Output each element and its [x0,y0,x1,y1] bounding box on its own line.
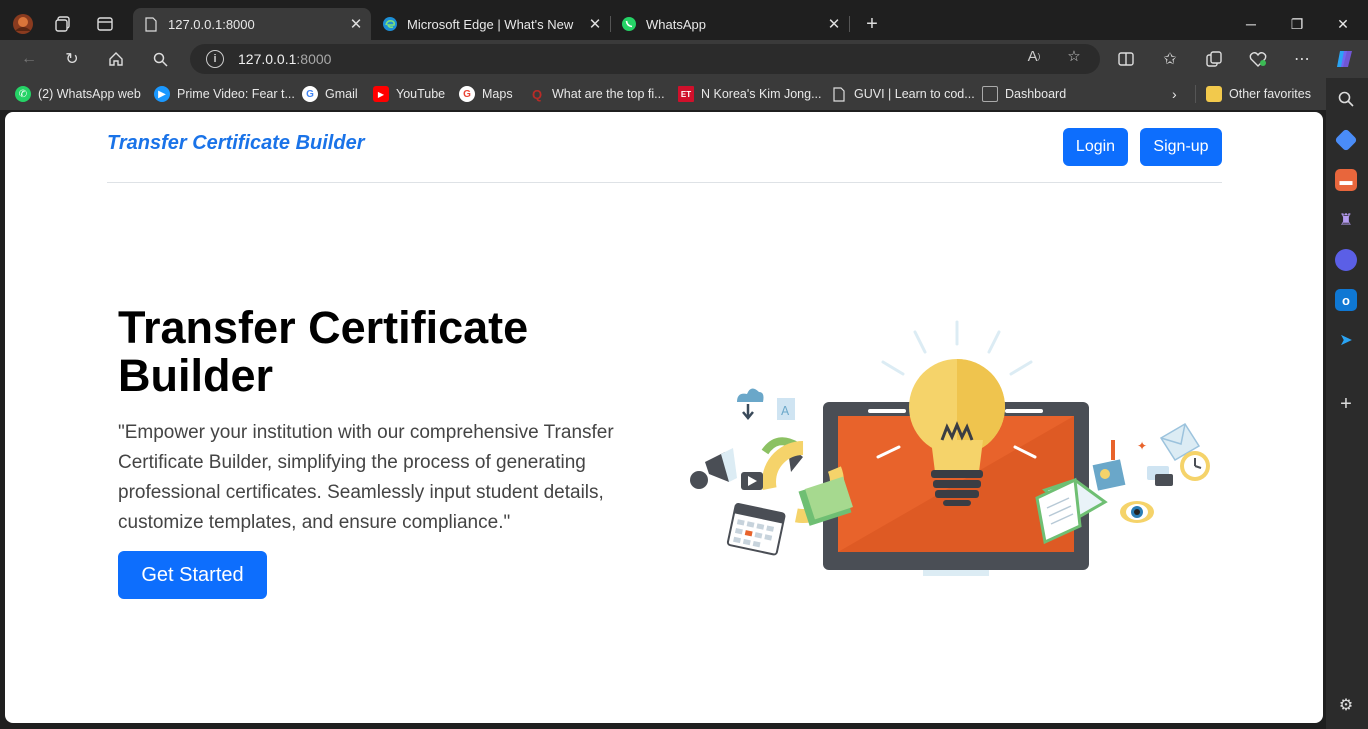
bookmark-label: YouTube [396,87,446,101]
close-tab-icon[interactable]: ✕ [347,15,365,33]
add-icon[interactable]: + [1335,393,1357,415]
hero-title: Transfer Certificate Builder [118,302,529,401]
profile-avatar-icon[interactable] [11,12,35,36]
quora-icon: Q [531,86,543,102]
site-info-icon[interactable]: i [206,50,224,68]
bookmark-separator [1195,85,1196,103]
bookmark-maps[interactable]: G Maps [459,84,513,104]
bookmark-label: (2) WhatsApp web [38,87,141,101]
tab-localhost[interactable]: 127.0.0.1:8000 ✕ [133,8,371,40]
bookmark-youtube[interactable]: ▶ YouTube [373,84,445,104]
header-divider [107,182,1222,183]
navbar-brand[interactable]: Transfer Certificate Builder [107,132,365,155]
back-icon[interactable]: ← [14,44,44,74]
page-icon [982,86,998,102]
tab-bar: 127.0.0.1:8000 ✕ Microsoft Edge | What's… [0,8,1368,40]
tab-label: Microsoft Edge | What's New [407,16,574,32]
bookmark-dashboard[interactable]: Dashboard [982,84,1066,104]
minimize-icon[interactable]: ─ [1228,12,1274,36]
bookmark-label: GUVI | Learn to cod... [854,87,975,101]
vertical-tabs-icon[interactable] [93,12,117,36]
google-icon: G [302,86,318,102]
bookmark-label: Maps [482,87,513,101]
svg-text:✦: ✦ [1137,439,1147,453]
whatsapp-icon: ✆ [15,86,31,102]
bookmark-label: N Korea's Kim Jong... [701,87,822,101]
bookmark-gmail[interactable]: G Gmail [302,84,358,104]
whatsapp-icon [621,16,637,32]
more-options-icon[interactable]: ⋯ [1287,44,1317,74]
tab-edge-whats-new[interactable]: Microsoft Edge | What's New ✕ [372,8,610,40]
bookmark-label: Prime Video: Fear t... [177,87,295,101]
prime-video-icon: ▶ [154,86,170,102]
bookmark-et[interactable]: ET N Korea's Kim Jong... [678,84,822,104]
copilot-sidebar-icon[interactable] [1335,249,1357,271]
new-tab-icon[interactable]: + [860,12,884,36]
close-tab-icon[interactable]: ✕ [586,15,604,33]
send-icon[interactable]: ➤ [1335,329,1357,351]
svg-text:A: A [781,404,790,418]
other-favorites[interactable]: Other favorites [1206,84,1311,104]
browser-essentials-icon[interactable] [1243,44,1273,74]
page-icon [831,86,847,102]
tab-whatsapp[interactable]: WhatsApp ✕ [611,8,849,40]
restore-icon[interactable]: ❐ [1274,12,1320,36]
bookmark-whatsapp-web[interactable]: ✆ (2) WhatsApp web [15,84,141,104]
refresh-icon[interactable]: ↻ [57,44,87,74]
games-icon[interactable]: ♜ [1335,209,1357,231]
chevron-right-icon[interactable]: › [1172,84,1177,104]
login-button[interactable]: Login [1063,128,1128,166]
settings-gear-icon[interactable]: ⚙ [1335,694,1357,716]
hero-description: "Empower your institution with our compr… [118,422,614,533]
bookmark-prime-video[interactable]: ▶ Prime Video: Fear t... [154,84,295,104]
url-text: 127.0.0.1:8000 [238,51,332,67]
et-icon: ET [678,86,694,102]
other-favorites-label: Other favorites [1229,87,1311,101]
collections-icon[interactable] [1199,44,1229,74]
outlook-icon[interactable]: o [1335,289,1357,311]
bookmark-guvi[interactable]: GUVI | Learn to cod... [831,84,975,104]
bookmark-label: Dashboard [1005,87,1067,101]
search-icon[interactable] [1335,88,1357,110]
favorite-star-icon[interactable]: ☆ [1064,46,1084,66]
get-started-button[interactable]: Get Started [118,551,267,599]
home-icon[interactable] [101,44,131,74]
split-screen-icon[interactable] [1111,44,1141,74]
edge-sidebar: ▬ ♜ o ➤ + ⚙ [1326,78,1368,729]
edge-icon [382,16,398,32]
tab-separator [849,16,850,32]
favorites-icon[interactable]: ✩ [1155,44,1185,74]
workspaces-icon[interactable] [51,12,75,36]
read-aloud-icon[interactable]: A) [1024,46,1044,66]
web-page: Transfer Certificate Builder Login Sign-… [5,112,1323,723]
address-bar[interactable]: i 127.0.0.1:8000 [190,44,1100,74]
bookmark-label: Gmail [325,87,358,101]
tab-label: 127.0.0.1:8000 [168,16,255,32]
page-icon [143,16,159,32]
folder-icon [1206,86,1222,102]
bookmark-label: What are the top fi... [552,87,665,101]
google-icon: G [459,86,475,102]
youtube-icon: ▶ [373,86,389,102]
close-tab-icon[interactable]: ✕ [825,15,843,33]
signup-button[interactable]: Sign-up [1140,128,1222,166]
copilot-icon[interactable] [1330,44,1360,74]
bookmark-quora[interactable]: Q What are the top fi... [529,84,665,104]
tools-icon[interactable]: ▬ [1335,169,1357,191]
lightbulb-laptop-illustration: A ✦ [690,320,1210,576]
tab-label: WhatsApp [646,16,706,32]
search-icon[interactable] [145,44,175,74]
bookmarks-bar: ✆ (2) WhatsApp web ▶ Prime Video: Fear t… [0,78,1326,110]
close-window-icon[interactable]: ✕ [1320,12,1366,36]
shopping-tag-icon[interactable] [1334,128,1358,152]
browser-toolbar: ← ↻ i 127.0.0.1:8000 A) ☆ ✩ ⋯ [0,40,1368,78]
